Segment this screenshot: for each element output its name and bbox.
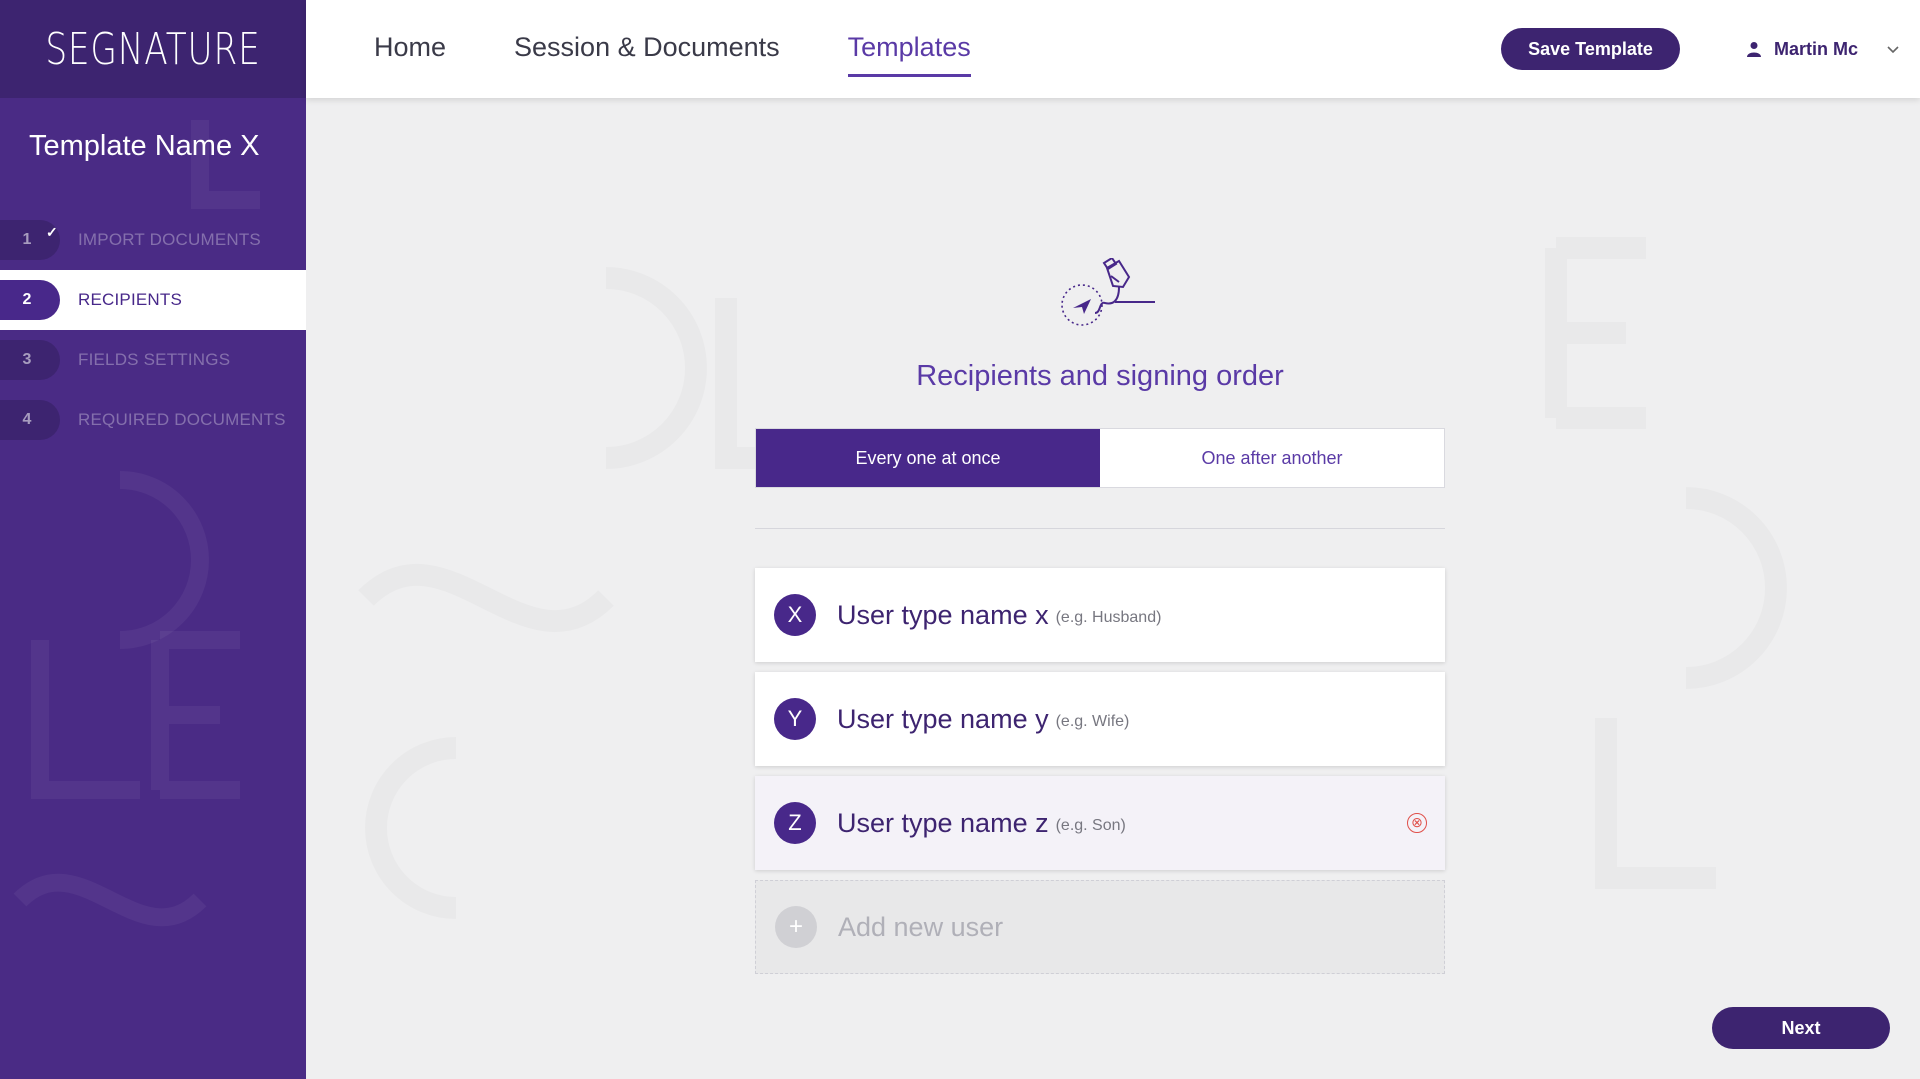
main-nav: Home Session & Documents Templates	[374, 0, 971, 98]
check-icon: ✓	[46, 224, 58, 240]
user-name: Martin Mc	[1774, 38, 1859, 59]
step-list: 1 ✓ IMPORT DOCUMENTS 2 RECIPIENTS 3 FIEL…	[0, 210, 306, 450]
recipient-card-z[interactable]: Z User type name z (e.g. Son) ⊗	[755, 776, 1445, 870]
option-one-after-another[interactable]: One after another	[1100, 429, 1444, 487]
section-title: Recipients and signing order	[916, 360, 1284, 392]
divider	[755, 528, 1445, 529]
template-name: Template Name X	[29, 130, 260, 162]
step-number: 4	[0, 400, 60, 440]
recipient-card-x[interactable]: X User type name x (e.g. Husband)	[755, 568, 1445, 662]
avatar: Z	[774, 802, 816, 844]
sidebar: SEGNATURE Template Name X 1 ✓ IMPORT DOC…	[0, 0, 306, 1079]
user-type-hint: (e.g. Son)	[1055, 817, 1126, 834]
step-label: RECIPIENTS	[78, 290, 183, 309]
user-type-name: User type name y	[837, 703, 1049, 734]
nav-tab-templates[interactable]: Templates	[847, 32, 971, 77]
user-type-name: User type name x	[837, 599, 1049, 630]
nav-tab-home[interactable]: Home	[374, 32, 446, 67]
add-user-label: Add new user	[838, 911, 1004, 942]
recipient-list: X User type name x (e.g. Husband) Y User…	[755, 568, 1445, 974]
step-number: 2	[0, 280, 60, 320]
user-type-hint: (e.g. Wife)	[1055, 713, 1130, 730]
add-new-user-button[interactable]: + Add new user	[755, 880, 1445, 974]
logo-text: SEGNATURE	[45, 23, 261, 75]
top-header: Home Session & Documents Templates Save …	[306, 0, 1920, 98]
step-required-documents[interactable]: 4 REQUIRED DOCUMENTS	[0, 390, 306, 450]
option-everyone-at-once[interactable]: Every one at once	[756, 429, 1100, 487]
recipient-card-y[interactable]: Y User type name y (e.g. Wife)	[755, 672, 1445, 766]
user-type-name: User type name z	[837, 807, 1049, 838]
step-import-documents[interactable]: 1 ✓ IMPORT DOCUMENTS	[0, 210, 306, 270]
step-recipients[interactable]: 2 RECIPIENTS	[0, 270, 306, 330]
avatar: X	[774, 594, 816, 636]
step-number: 3	[0, 340, 60, 380]
person-icon	[1747, 42, 1761, 57]
step-label: REQUIRED DOCUMENTS	[78, 410, 286, 429]
next-button[interactable]: Next	[1712, 1007, 1890, 1049]
step-fields-settings[interactable]: 3 FIELDS SETTINGS	[0, 330, 306, 390]
signing-order-toggle: Every one at once One after another	[755, 428, 1445, 488]
brand-logo[interactable]: SEGNATURE	[0, 0, 306, 98]
step-label: IMPORT DOCUMENTS	[78, 230, 261, 249]
user-type-hint: (e.g. Husband)	[1055, 609, 1162, 626]
step-number: 1 ✓	[0, 220, 60, 260]
step-label: FIELDS SETTINGS	[78, 350, 231, 369]
user-menu[interactable]: Martin Mc	[1746, 28, 1900, 70]
remove-user-icon[interactable]: ⊗	[1407, 813, 1427, 833]
save-template-button[interactable]: Save Template	[1501, 28, 1680, 70]
avatar: Y	[774, 698, 816, 740]
plus-icon: +	[775, 906, 817, 948]
nav-tab-session-documents[interactable]: Session & Documents	[514, 32, 780, 67]
chevron-down-icon	[1887, 46, 1899, 54]
signing-pen-icon	[1061, 258, 1155, 326]
